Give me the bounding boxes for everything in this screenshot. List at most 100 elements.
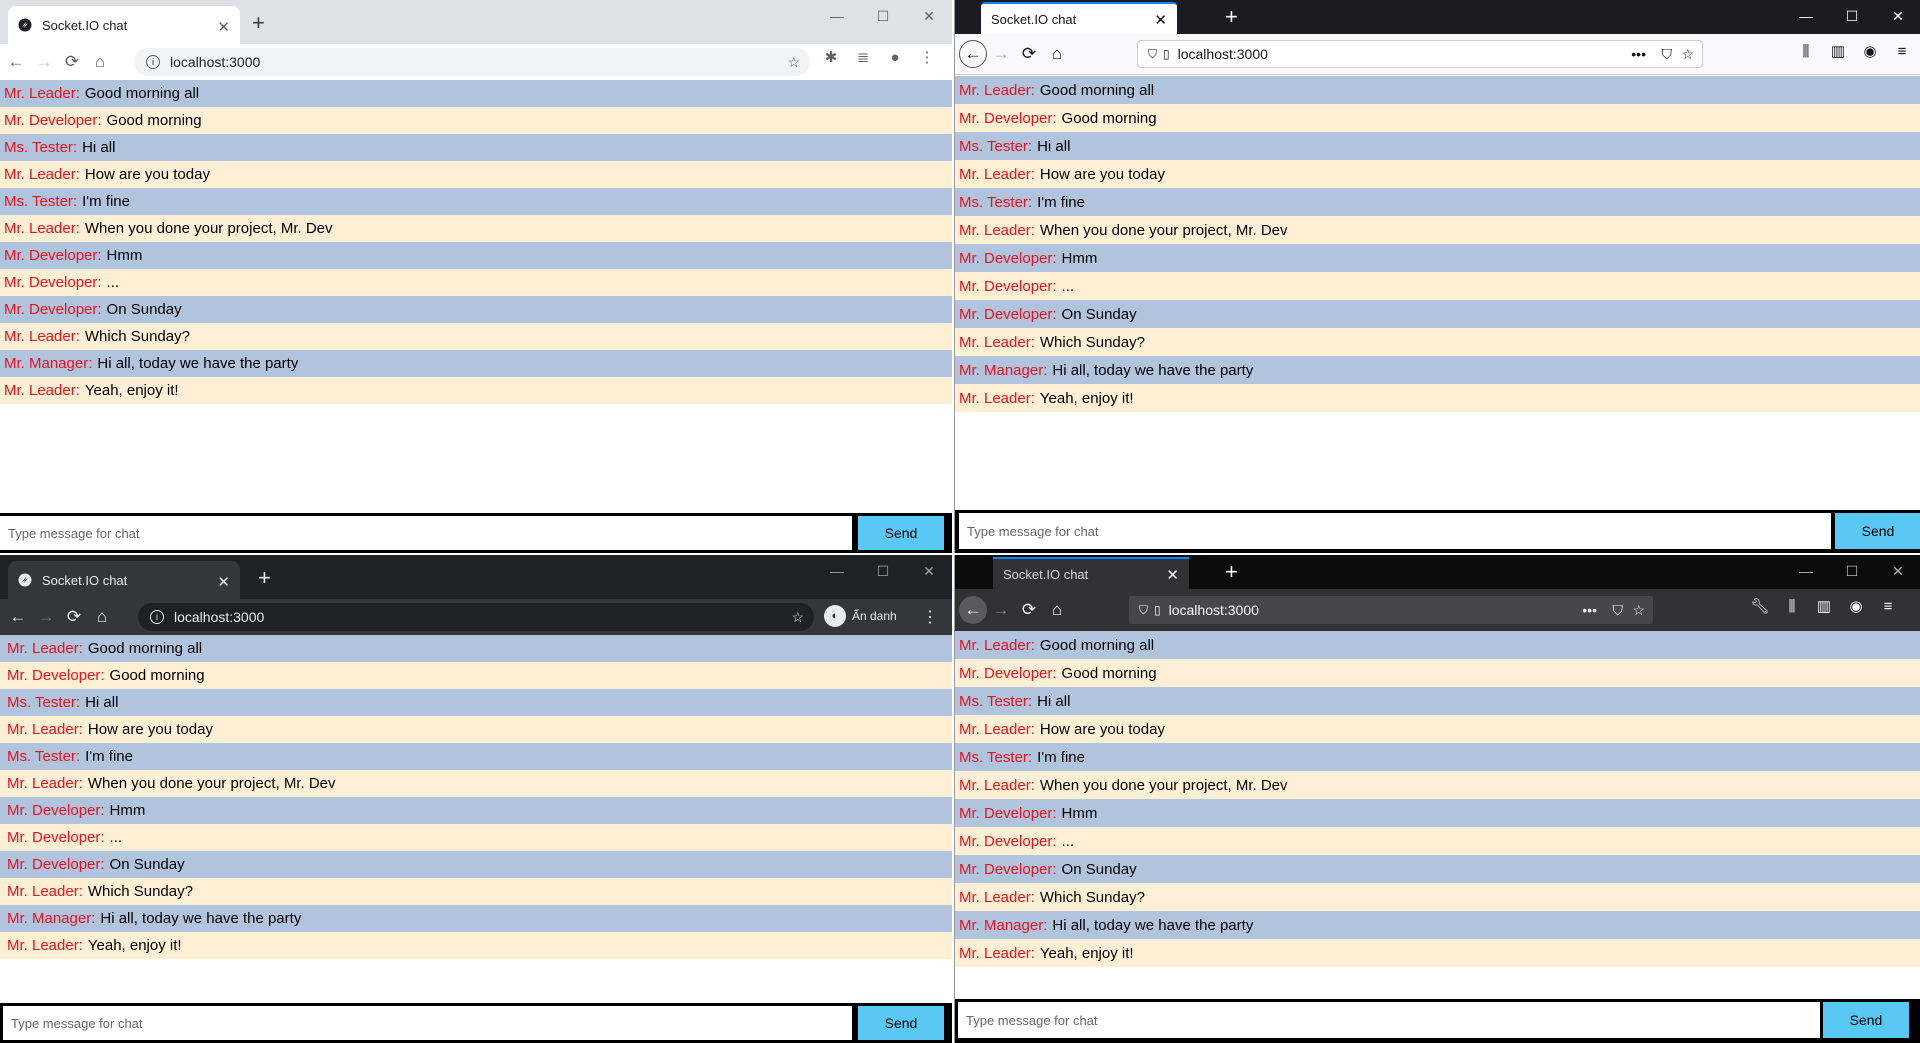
close-window-icon[interactable]: ✕: [906, 0, 952, 32]
chrome-window-top-left: Socket.IO chat ✕ + — ☐ ✕ ← → ⟳ ⌂ i local…: [0, 0, 952, 553]
developer-tools-icon[interactable]: 🔧︎: [1747, 597, 1773, 615]
page-actions-icon[interactable]: •••: [1582, 602, 1597, 618]
bookmark-star-icon[interactable]: ☆: [787, 54, 800, 71]
message-user: Ms. Tester:: [959, 193, 1033, 211]
minimize-icon[interactable]: —: [1783, 555, 1829, 587]
message-item: Mr. Developer: Good morning: [955, 659, 1920, 687]
send-button[interactable]: Send: [858, 1006, 944, 1040]
reload-icon[interactable]: ⟳: [1015, 40, 1043, 68]
message-item: Mr. Developer: On Sunday: [0, 851, 952, 878]
close-window-icon[interactable]: ✕: [1875, 0, 1920, 32]
reload-icon[interactable]: ⟳: [58, 48, 86, 76]
forward-icon[interactable]: →: [987, 40, 1015, 68]
tab-socketio-chat[interactable]: Socket.IO chat ✕: [8, 561, 240, 599]
back-icon[interactable]: ←: [2, 48, 30, 76]
message-text: I'm fine: [1037, 193, 1085, 211]
tab-socketio-chat[interactable]: Socket.IO chat ✕: [8, 6, 240, 44]
forward-icon[interactable]: →: [987, 596, 1015, 624]
new-tab-icon[interactable]: +: [1225, 6, 1238, 28]
tab-socketio-chat[interactable]: Socket.IO chat ✕: [981, 2, 1177, 34]
pocket-icon[interactable]: ⛉: [1613, 602, 1624, 619]
close-window-icon[interactable]: ✕: [906, 555, 952, 587]
address-bar[interactable]: ⛉ ▯ localhost:3000 ••• ⛉ ☆: [1137, 40, 1703, 68]
url-text: localhost:3000: [1177, 46, 1268, 62]
maximize-icon[interactable]: ☐: [1829, 555, 1875, 587]
menu-icon[interactable]: ≡: [1889, 43, 1915, 60]
tracking-shield-icon[interactable]: ⛉: [1148, 47, 1157, 62]
message-text: How are you today: [87, 721, 213, 738]
forward-icon[interactable]: →: [32, 603, 60, 631]
chat-message-input[interactable]: [0, 516, 852, 550]
back-icon[interactable]: ←: [959, 40, 987, 68]
minimize-icon[interactable]: —: [1783, 0, 1829, 32]
extensions-icon[interactable]: ✱: [818, 48, 844, 66]
back-icon[interactable]: ←: [4, 603, 32, 631]
account-icon[interactable]: ◉: [1857, 42, 1883, 60]
site-info-icon[interactable]: i: [150, 610, 164, 624]
back-icon[interactable]: ←: [959, 596, 987, 624]
sidebar-icon[interactable]: ▥: [1811, 597, 1837, 615]
tracking-shield-icon[interactable]: ⛉: [1139, 603, 1148, 618]
profile-avatar-icon[interactable]: ●: [882, 49, 908, 66]
address-bar[interactable]: i localhost:3000 ☆: [138, 603, 814, 631]
message-item: Ms. Tester: Hi all: [955, 687, 1920, 715]
window-controls: — ☐ ✕: [1783, 0, 1920, 32]
close-window-icon[interactable]: ✕: [1875, 555, 1920, 587]
sidebar-icon[interactable]: ▥: [1825, 42, 1851, 60]
minimize-icon[interactable]: —: [814, 555, 860, 587]
bookmark-star-icon[interactable]: ☆: [1632, 602, 1645, 619]
reload-icon[interactable]: ⟳: [60, 603, 88, 631]
library-icon[interactable]: ⫼: [1793, 43, 1819, 60]
maximize-icon[interactable]: ☐: [860, 555, 906, 587]
reload-icon[interactable]: ⟳: [1015, 596, 1043, 624]
site-info-icon[interactable]: i: [146, 55, 160, 69]
tab-strip: Socket.IO chat ✕ + — ☐ ✕: [0, 555, 952, 599]
new-tab-icon[interactable]: +: [1225, 561, 1238, 583]
new-tab-icon[interactable]: +: [258, 567, 271, 589]
page-actions-icon[interactable]: •••: [1631, 46, 1646, 62]
incognito-badge[interactable]: ◐ Ẩn danh: [824, 605, 897, 627]
message-text: On Sunday: [106, 301, 182, 318]
send-button[interactable]: Send: [858, 516, 944, 550]
media-controls-icon[interactable]: ≣: [850, 48, 876, 66]
home-icon[interactable]: ⌂: [1043, 596, 1071, 624]
home-icon[interactable]: ⌂: [1043, 40, 1071, 68]
send-button[interactable]: Send: [1835, 513, 1920, 549]
menu-icon[interactable]: ⋮: [922, 607, 938, 627]
account-icon[interactable]: ◉: [1843, 597, 1869, 615]
message-user: Mr. Developer:: [959, 277, 1057, 295]
tab-close-icon[interactable]: ✕: [1166, 566, 1179, 584]
library-icon[interactable]: ⫼: [1779, 598, 1805, 615]
messages-list: Mr. Leader: Good morning all Mr. Develope…: [0, 635, 952, 959]
new-tab-icon[interactable]: +: [252, 12, 265, 34]
chat-message-input[interactable]: [958, 513, 1831, 549]
pocket-icon[interactable]: ⛉: [1662, 46, 1673, 63]
chat-message-input[interactable]: [3, 1006, 852, 1040]
maximize-icon[interactable]: ☐: [860, 0, 906, 32]
message-text: Good morning all: [1039, 81, 1155, 99]
forward-icon[interactable]: →: [30, 48, 58, 76]
send-button[interactable]: Send: [1823, 1002, 1909, 1038]
tab-close-icon[interactable]: ✕: [1154, 11, 1167, 29]
bookmark-star-icon[interactable]: ☆: [791, 609, 804, 626]
chat-message-input[interactable]: [958, 1002, 1820, 1038]
menu-icon[interactable]: ≡: [1875, 598, 1901, 615]
message-text: Hi all: [1037, 137, 1071, 155]
minimize-icon[interactable]: —: [814, 0, 860, 32]
home-icon[interactable]: ⌂: [88, 603, 116, 631]
message-item: Mr. Developer: Good morning: [0, 107, 952, 134]
menu-icon[interactable]: ⋮: [914, 48, 940, 66]
bookmark-star-icon[interactable]: ☆: [1681, 46, 1694, 63]
home-icon[interactable]: ⌂: [86, 48, 114, 76]
address-bar[interactable]: ⛉ ▯ localhost:3000 ••• ⛉ ☆: [1129, 596, 1653, 624]
maximize-icon[interactable]: ☐: [1829, 0, 1875, 32]
address-bar[interactable]: i localhost:3000 ☆: [134, 48, 810, 76]
tab-socketio-chat[interactable]: Socket.IO chat ✕: [993, 557, 1189, 589]
message-user: Mr. Leader:: [4, 328, 80, 345]
message-item: Mr. Leader: Which Sunday?: [955, 328, 1920, 356]
chat-form: Send: [0, 1003, 952, 1043]
tab-close-icon[interactable]: ✕: [217, 573, 230, 591]
message-text: Yeah, enjoy it!: [1039, 944, 1134, 962]
tab-close-icon[interactable]: ✕: [217, 18, 230, 36]
window-controls: — ☐ ✕: [814, 0, 952, 32]
